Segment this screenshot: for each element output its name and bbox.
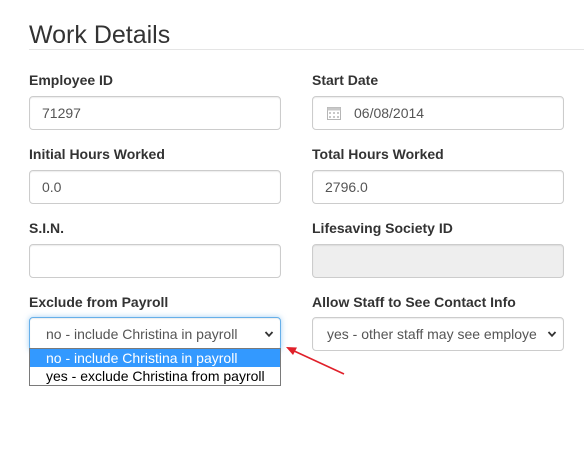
sin-label: S.I.N.	[29, 220, 65, 236]
allow-contact-select[interactable]: yes - other staff may see employe	[312, 317, 564, 351]
chevron-down-icon	[264, 331, 274, 338]
lifesaving-id-label: Lifesaving Society ID	[312, 220, 453, 236]
page-title: Work Details	[29, 21, 171, 49]
employee-id-field[interactable]: 71297	[29, 96, 281, 130]
dropdown-option-yes[interactable]: yes - exclude Christina from payroll	[30, 367, 280, 385]
calendar-icon	[327, 107, 341, 120]
exclude-payroll-dropdown: no - include Christina in payroll yes - …	[29, 348, 281, 386]
initial-hours-field[interactable]: 0.0	[29, 170, 281, 204]
chevron-down-icon	[547, 331, 557, 338]
start-date-label: Start Date	[312, 72, 379, 88]
initial-hours-label: Initial Hours Worked	[29, 146, 165, 162]
exclude-payroll-label: Exclude from Payroll	[29, 294, 169, 310]
allow-contact-label: Allow Staff to See Contact Info	[312, 294, 516, 310]
sin-field[interactable]	[29, 244, 281, 278]
start-date-field[interactable]: 06/08/2014	[312, 96, 564, 130]
exclude-payroll-select[interactable]: no - include Christina in payroll	[29, 317, 281, 351]
total-hours-label: Total Hours Worked	[312, 146, 444, 162]
annotation-arrow-icon	[286, 347, 345, 375]
allow-contact-value: yes - other staff may see employe	[327, 326, 537, 342]
lifesaving-id-field	[312, 244, 564, 278]
dropdown-option-no[interactable]: no - include Christina in payroll	[30, 349, 280, 367]
start-date-value: 06/08/2014	[354, 105, 425, 121]
employee-id-label: Employee ID	[29, 72, 114, 88]
total-hours-field[interactable]: 2796.0	[312, 170, 564, 204]
title-divider	[29, 49, 584, 50]
exclude-payroll-value: no - include Christina in payroll	[46, 326, 238, 342]
